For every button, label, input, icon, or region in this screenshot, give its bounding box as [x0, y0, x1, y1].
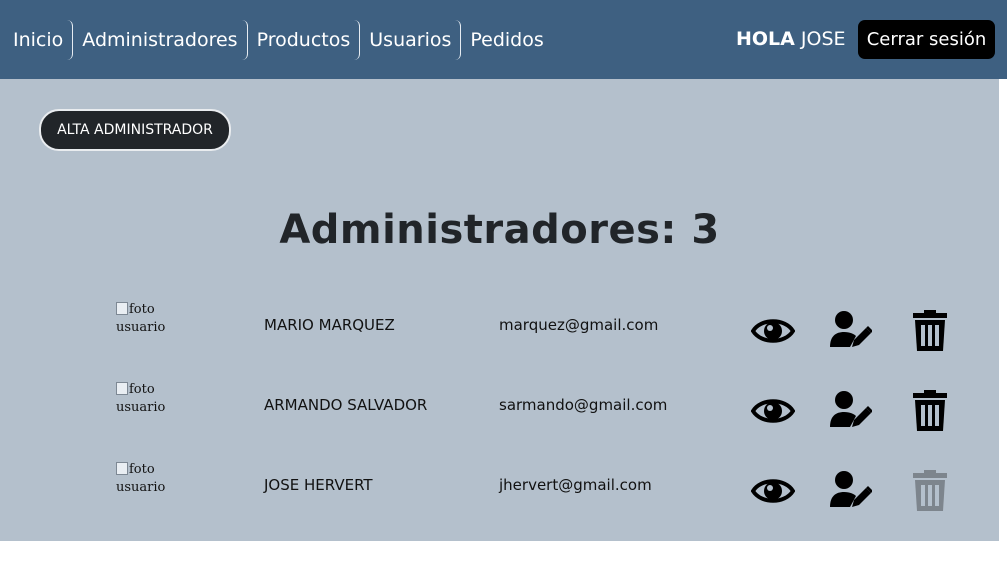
admin-email: sarmando@gmail.com — [499, 396, 668, 414]
edit-button[interactable] — [828, 309, 872, 353]
trash-icon — [913, 310, 947, 351]
nav-links: Inicio Administradores Productos Usuario… — [4, 20, 553, 60]
edit-button[interactable] — [828, 469, 872, 513]
delete-button[interactable] — [908, 309, 952, 353]
user-edit-icon — [830, 391, 872, 427]
user-edit-icon — [830, 471, 872, 507]
top-navbar: Inicio Administradores Productos Usuario… — [0, 0, 1007, 79]
table-row: foto usuario MARIO MARQUEZ marquez@gmail… — [0, 289, 999, 369]
admin-name: MARIO MARQUEZ — [264, 316, 395, 334]
user-photo: foto usuario — [116, 301, 176, 337]
main-content: ALTA ADMINISTRADOR Administradores: 3 fo… — [0, 79, 999, 541]
table-row: foto usuario JOSE HERVERT jhervert@gmail… — [0, 449, 999, 529]
view-button[interactable] — [751, 469, 795, 513]
nav-link-usuarios[interactable]: Usuarios — [360, 20, 462, 60]
nav-link-administradores[interactable]: Administradores — [73, 20, 248, 60]
nav-link-pedidos[interactable]: Pedidos — [461, 20, 552, 60]
user-edit-icon — [830, 311, 872, 347]
trash-icon — [913, 470, 947, 511]
eye-icon — [751, 319, 795, 343]
nav-link-productos[interactable]: Productos — [248, 20, 361, 60]
admin-name: JOSE HERVERT — [264, 476, 373, 494]
admin-name: ARMANDO SALVADOR — [264, 396, 428, 414]
eye-icon — [751, 479, 795, 503]
page-title: Administradores: 3 — [279, 207, 720, 253]
table-row: foto usuario ARMANDO SALVADOR sarmando@g… — [0, 369, 999, 449]
eye-icon — [751, 399, 795, 423]
broken-image-icon — [116, 302, 128, 315]
delete-button[interactable] — [908, 389, 952, 433]
view-button[interactable] — [751, 309, 795, 353]
admin-email: jhervert@gmail.com — [499, 476, 652, 494]
delete-button-disabled — [908, 469, 952, 513]
edit-button[interactable] — [828, 389, 872, 433]
logout-button[interactable]: Cerrar sesión — [858, 20, 995, 59]
user-photo: foto usuario — [116, 461, 176, 497]
user-greeting: HOLA JOSE — [736, 28, 846, 50]
greeting-label: HOLA — [736, 28, 795, 50]
broken-image-icon — [116, 382, 128, 395]
view-button[interactable] — [751, 389, 795, 433]
user-photo: foto usuario — [116, 381, 176, 417]
greeting-username: JOSE — [800, 28, 846, 50]
add-admin-button[interactable]: ALTA ADMINISTRADOR — [39, 109, 231, 151]
nav-link-inicio[interactable]: Inicio — [4, 20, 74, 60]
admin-email: marquez@gmail.com — [499, 316, 659, 334]
broken-image-icon — [116, 462, 128, 475]
trash-icon — [913, 390, 947, 431]
